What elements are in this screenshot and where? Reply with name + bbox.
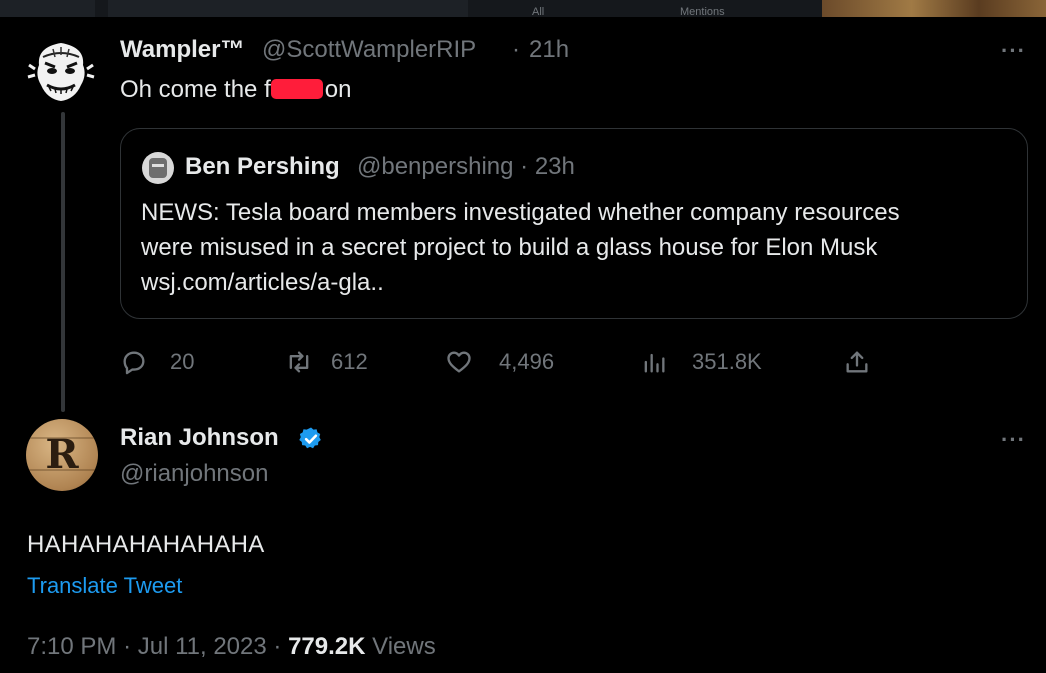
parent-tweet-text: Oh come the f on (120, 76, 351, 104)
quote-meta: @benpershing · 23h (357, 153, 575, 181)
more-dots-icon[interactable]: ··· (1001, 427, 1026, 453)
retweet-count: 612 (331, 349, 368, 374)
heart-icon (447, 351, 471, 373)
tweet-views-label: Views (372, 633, 436, 660)
wampler-avatar[interactable] (25, 35, 97, 107)
parent-author-name[interactable]: Wampler™ (120, 36, 244, 64)
redaction-mark (270, 79, 323, 99)
retweet-button[interactable]: 612 (285, 347, 368, 377)
tab-mentions[interactable]: Mentions (680, 0, 725, 18)
creature-face-icon (25, 35, 97, 107)
quote-avatar-face (149, 158, 167, 178)
quote-author-handle: @benpershing (357, 153, 514, 180)
like-button[interactable]: 4,496 (445, 347, 554, 377)
quote-author-avatar (142, 152, 174, 184)
parent-timestamp[interactable]: 21h (529, 36, 569, 64)
tab-all[interactable]: All (532, 0, 544, 18)
quote-separator: · (520, 153, 529, 180)
retweet-icon (289, 351, 309, 373)
tweet-footer: 7:10 PM · Jul 11, 2023 · 779.2K Views (27, 633, 436, 661)
tweet-date[interactable]: Jul 11, 2023 (138, 633, 267, 660)
like-count: 4,496 (499, 349, 555, 374)
views-button[interactable]: 351.8K (640, 347, 762, 377)
rian-johnson-avatar[interactable]: R (26, 419, 98, 491)
verified-badge-icon[interactable] (298, 426, 324, 452)
quote-avatar-eyes (152, 164, 164, 167)
header-image-thumbnail (822, 0, 1046, 17)
tweet-thread-page: All Mentions Wampler™ @ScottWamplerRIP ·… (0, 0, 1046, 673)
parent-separator: · (512, 36, 520, 63)
share-button[interactable] (843, 347, 871, 377)
main-author-handle[interactable]: @rianjohnson (120, 460, 268, 488)
top-tab-strip: All Mentions (0, 0, 1046, 17)
more-dots-icon[interactable]: ··· (1001, 38, 1026, 64)
quote-text-line: were misused in a secret project to buil… (141, 234, 878, 261)
reply-button[interactable]: 20 (120, 347, 194, 377)
quote-author-name: Ben Pershing (185, 153, 340, 180)
tweet-time[interactable]: 7:10 PM (27, 633, 116, 660)
reply-icon (123, 351, 145, 375)
tweet-views-count: 779.2K (288, 633, 366, 660)
footer-separator: · (123, 633, 132, 660)
quote-timestamp: 23h (534, 153, 575, 180)
quote-link-text[interactable]: wsj.com/articles/a-gla.. (141, 269, 384, 297)
reply-count: 20 (170, 349, 195, 374)
main-tweet-text: HAHAHAHAHAHAHA (27, 531, 265, 558)
views-count: 351.8K (692, 349, 762, 374)
parent-author-handle[interactable]: @ScottWamplerRIP (262, 36, 476, 64)
text-before-redaction: Oh come the f (120, 76, 271, 103)
thread-connector-line (61, 112, 65, 412)
footer-separator: · (273, 633, 282, 660)
share-icon (846, 351, 868, 373)
quoted-tweet-card[interactable]: Ben Pershing @benpershing · 23h NEWS: Te… (120, 128, 1028, 319)
analytics-bars-icon (644, 353, 665, 373)
quote-text-line: NEWS: Tesla board members investigated w… (141, 199, 900, 226)
tab-segment (0, 0, 95, 17)
tab-segment (108, 0, 468, 17)
translate-tweet-link[interactable]: Translate Tweet (27, 573, 182, 599)
avatar-letter: R (45, 431, 79, 478)
text-after-redaction: on (324, 76, 352, 103)
main-author-name[interactable]: Rian Johnson (120, 424, 279, 452)
